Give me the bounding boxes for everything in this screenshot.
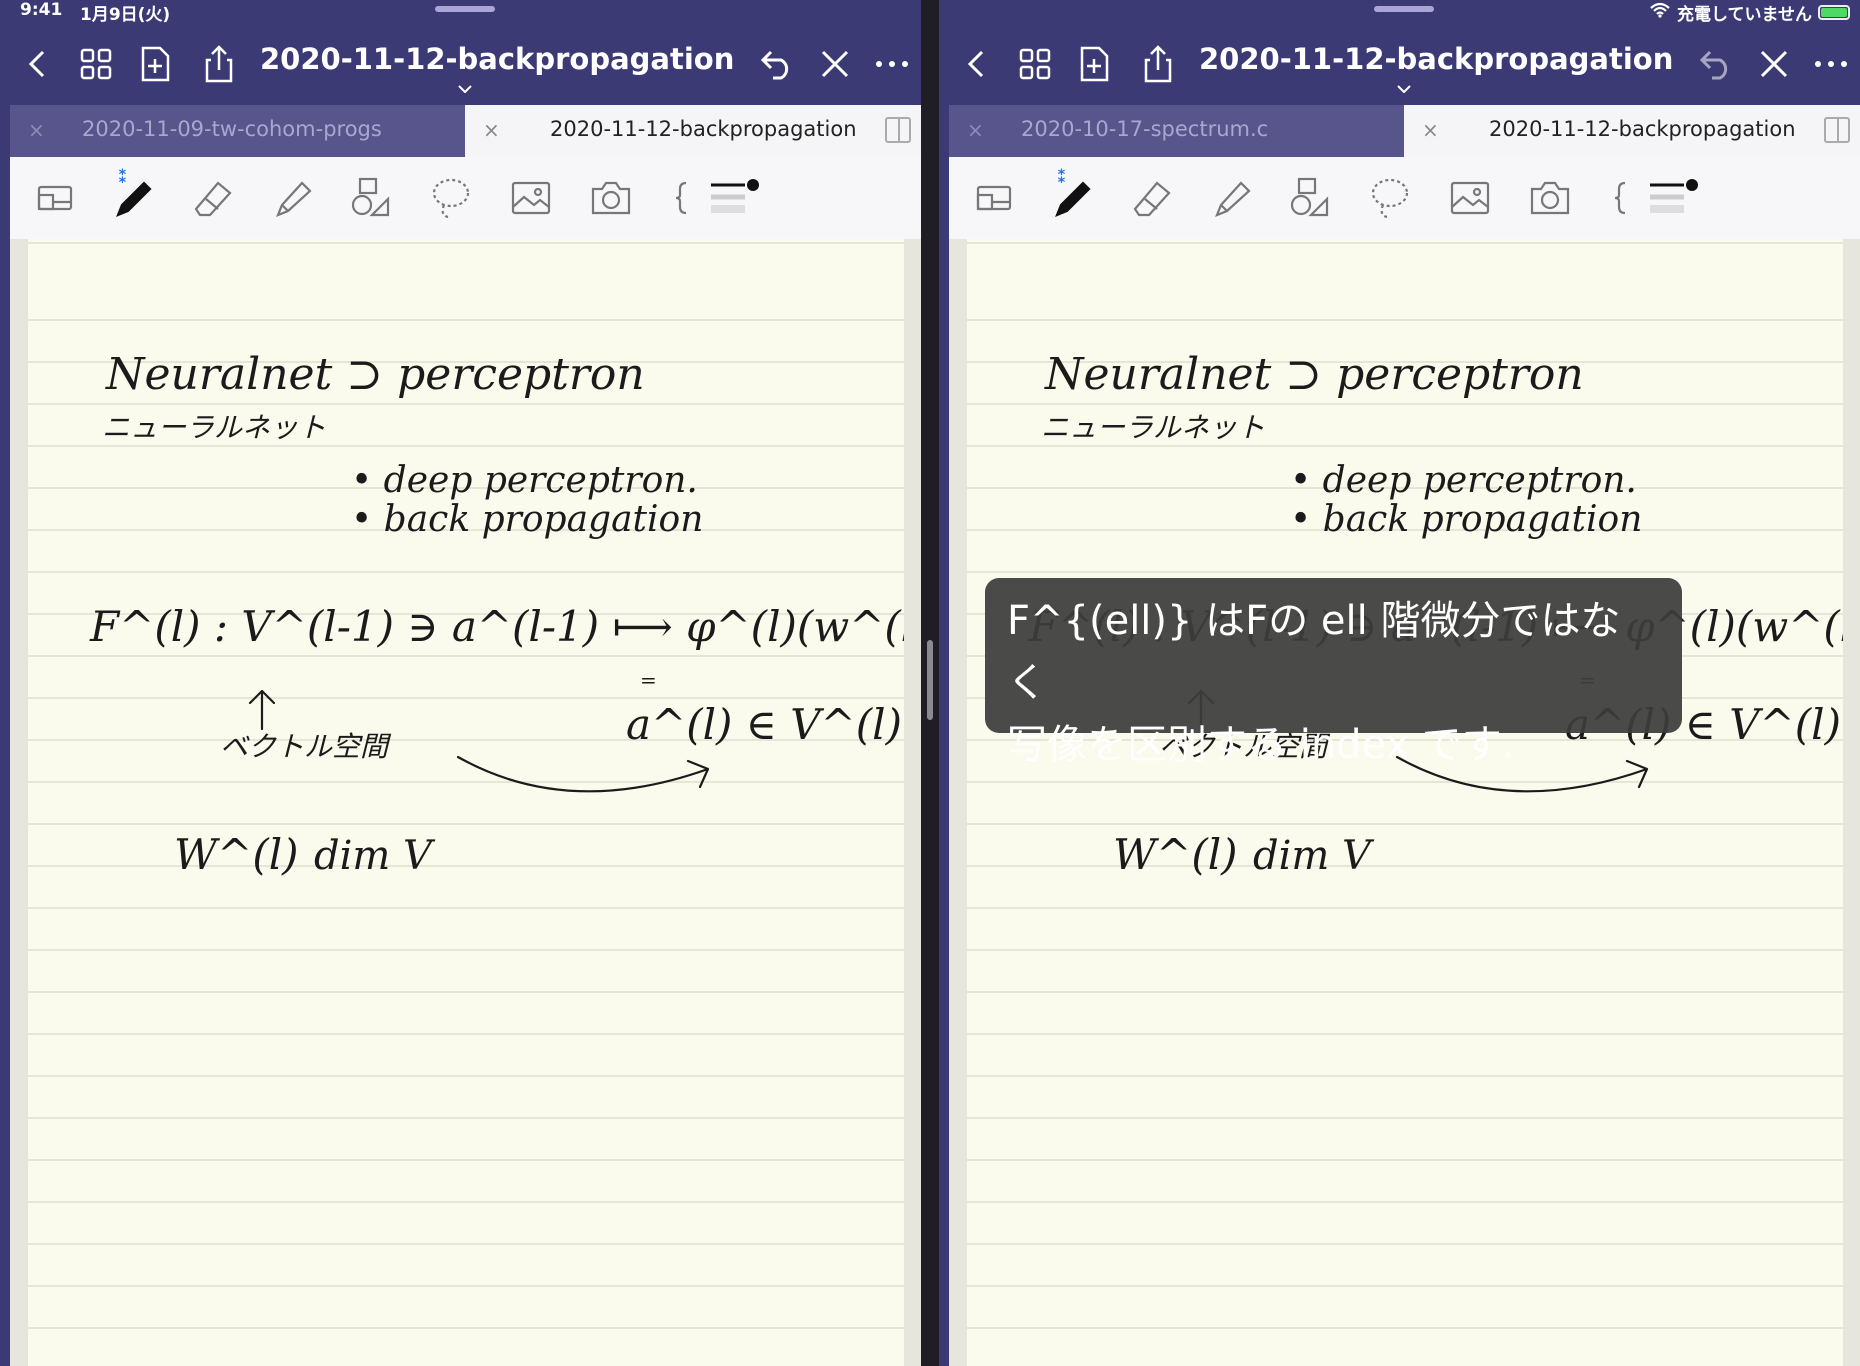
- back-icon[interactable]: [18, 44, 58, 84]
- handwriting-bullet2: • back propagation: [351, 499, 703, 540]
- tab-document-active[interactable]: × 2020-11-12-backpropagation: [465, 105, 921, 157]
- pen-icon[interactable]: [1049, 175, 1095, 221]
- curved-arrow-stroke: [456, 755, 710, 793]
- handwriting-line1: Neuralnet ⊃ perceptron: [1044, 349, 1584, 400]
- handwriting-formula: F^(l) : V^(l-1) ∋ a^(l-1) ⟼ φ^(l)(w^(l) …: [89, 602, 904, 651]
- handwriting-line2: ニューラルネット: [1041, 411, 1265, 444]
- handwriting-weight: W^(l): [174, 830, 299, 879]
- more-icon[interactable]: [1811, 44, 1851, 84]
- pen-settings-icon[interactable]: [700, 175, 770, 221]
- undo-icon[interactable]: [1696, 44, 1736, 84]
- camera-icon[interactable]: [588, 175, 634, 221]
- lined-paper[interactable]: Neuralnet ⊃ perceptron ニューラルネット • deep p…: [967, 239, 1843, 1366]
- chevron-down-icon[interactable]: [458, 78, 472, 97]
- handwriting-line1: Neuralnet ⊃ perceptron: [105, 349, 645, 400]
- lasso-icon[interactable]: [428, 175, 474, 221]
- eraser-icon[interactable]: [1129, 175, 1175, 221]
- camera-icon[interactable]: [1527, 175, 1573, 221]
- handwriting-bullet2: • back propagation: [1290, 499, 1642, 540]
- left-pane: 9:41 1月9日(火) 2020-11-12-backpropagation …: [0, 0, 921, 1366]
- tool-bar: ⁑: [10, 157, 921, 240]
- zoom-window-icon[interactable]: [971, 175, 1017, 221]
- document-title[interactable]: 2020-11-12-backpropagation: [260, 42, 734, 76]
- tab-close-icon[interactable]: ×: [483, 118, 500, 142]
- share-icon[interactable]: [199, 44, 239, 84]
- tab-label: 2020-11-12-backpropagation: [1489, 117, 1796, 141]
- pen-icon[interactable]: [110, 175, 156, 221]
- pen-settings-icon[interactable]: [1639, 175, 1709, 221]
- split-view-icon[interactable]: [885, 117, 911, 143]
- add-page-icon[interactable]: [135, 44, 175, 84]
- title-bar: 2020-11-12-backpropagation: [0, 30, 921, 104]
- tab-close-icon[interactable]: ×: [967, 118, 984, 142]
- handwriting-weight: W^(l): [1113, 830, 1238, 879]
- charging-status: 充電していません: [1677, 5, 1812, 25]
- tab-label: 2020-11-12-backpropagation: [550, 117, 857, 141]
- image-icon[interactable]: [1447, 175, 1493, 221]
- redo-cross-icon[interactable]: [1754, 44, 1794, 84]
- divider-handle[interactable]: [927, 640, 933, 720]
- caption-line1: F^{(ell)} はFの ell 階微分ではなく: [1007, 598, 1621, 706]
- title-bar: 2020-11-12-backpropagation: [939, 30, 1860, 104]
- eraser-icon[interactable]: [190, 175, 236, 221]
- tab-document[interactable]: × 2020-10-17-spectrum.c: [949, 105, 1404, 157]
- zoom-window-icon[interactable]: [32, 175, 78, 221]
- tab-bar: × 2020-11-09-tw-cohom-progs × 2020-11-12…: [10, 105, 921, 157]
- right-pane: 充電していません 2020-11-12-backpropagation × 20…: [939, 0, 1860, 1366]
- split-view-icon[interactable]: [1824, 117, 1850, 143]
- tab-close-icon[interactable]: ×: [1422, 118, 1439, 142]
- handwriting-dim: dim V: [1253, 833, 1375, 879]
- lined-paper[interactable]: Neuralnet ⊃ perceptron ニューラルネット • deep p…: [28, 239, 904, 1366]
- undo-icon[interactable]: [757, 44, 797, 84]
- tab-label: 2020-10-17-spectrum.c: [1021, 117, 1269, 141]
- grid-view-icon[interactable]: [1015, 44, 1055, 84]
- add-page-icon[interactable]: [1074, 44, 1114, 84]
- highlighter-icon[interactable]: [1209, 175, 1255, 221]
- shapes-icon[interactable]: [348, 175, 394, 221]
- handwriting-result: a^(l) ∈ V^(l): [626, 700, 902, 749]
- note-area[interactable]: Neuralnet ⊃ perceptron ニューラルネット • deep p…: [949, 239, 1860, 1366]
- back-icon[interactable]: [957, 44, 997, 84]
- redo-cross-icon[interactable]: [815, 44, 855, 84]
- multitask-grabber[interactable]: [435, 6, 495, 12]
- status-date: 1月9日(火): [80, 5, 171, 25]
- tool-bar: ⁑: [949, 157, 1860, 240]
- status-bar: 9:41 1月9日(火): [0, 0, 921, 25]
- tab-label: 2020-11-09-tw-cohom-progs: [82, 117, 382, 141]
- tab-close-icon[interactable]: ×: [28, 118, 45, 142]
- lasso-icon[interactable]: [1367, 175, 1413, 221]
- tab-document-active[interactable]: × 2020-11-12-backpropagation: [1404, 105, 1860, 157]
- handwriting-bullet1: • deep perceptron.: [351, 460, 698, 501]
- handwriting-dim: dim V: [314, 833, 436, 879]
- wifi-icon: [1649, 2, 1671, 23]
- tab-bar: × 2020-10-17-spectrum.c × 2020-11-12-bac…: [949, 105, 1860, 157]
- caption-line2: 写像を区別する index です.: [1007, 722, 1515, 768]
- split-divider[interactable]: [921, 0, 939, 1366]
- caption-overlay: F^{(ell)} はFの ell 階微分ではなく 写像を区別する index …: [985, 578, 1682, 768]
- image-icon[interactable]: [508, 175, 554, 221]
- highlighter-icon[interactable]: [270, 175, 316, 221]
- status-time: 9:41: [20, 0, 63, 20]
- more-icon[interactable]: [872, 44, 912, 84]
- note-area[interactable]: Neuralnet ⊃ perceptron ニューラルネット • deep p…: [10, 239, 921, 1366]
- document-title[interactable]: 2020-11-12-backpropagation: [1199, 42, 1673, 76]
- handwriting-line2: ニューラルネット: [102, 411, 326, 444]
- handwriting-vector-space: ベクトル空間: [220, 730, 392, 763]
- handwriting-layer: Neuralnet ⊃ perceptron ニューラルネット • deep p…: [89, 349, 904, 879]
- status-bar: 充電していません: [939, 0, 1860, 25]
- handwriting-eq-mark: =: [640, 668, 657, 692]
- tab-document[interactable]: × 2020-11-09-tw-cohom-progs: [10, 105, 465, 157]
- multitask-grabber[interactable]: [1374, 6, 1434, 12]
- status-right: 充電していません: [1649, 0, 1850, 25]
- chevron-down-icon[interactable]: [1397, 78, 1411, 97]
- shapes-icon[interactable]: [1287, 175, 1333, 221]
- grid-view-icon[interactable]: [76, 44, 116, 84]
- arrow-up-stroke: [248, 689, 276, 731]
- battery-icon: [1818, 5, 1850, 20]
- share-icon[interactable]: [1138, 44, 1178, 84]
- handwriting-bullet1: • deep perceptron.: [1290, 460, 1637, 501]
